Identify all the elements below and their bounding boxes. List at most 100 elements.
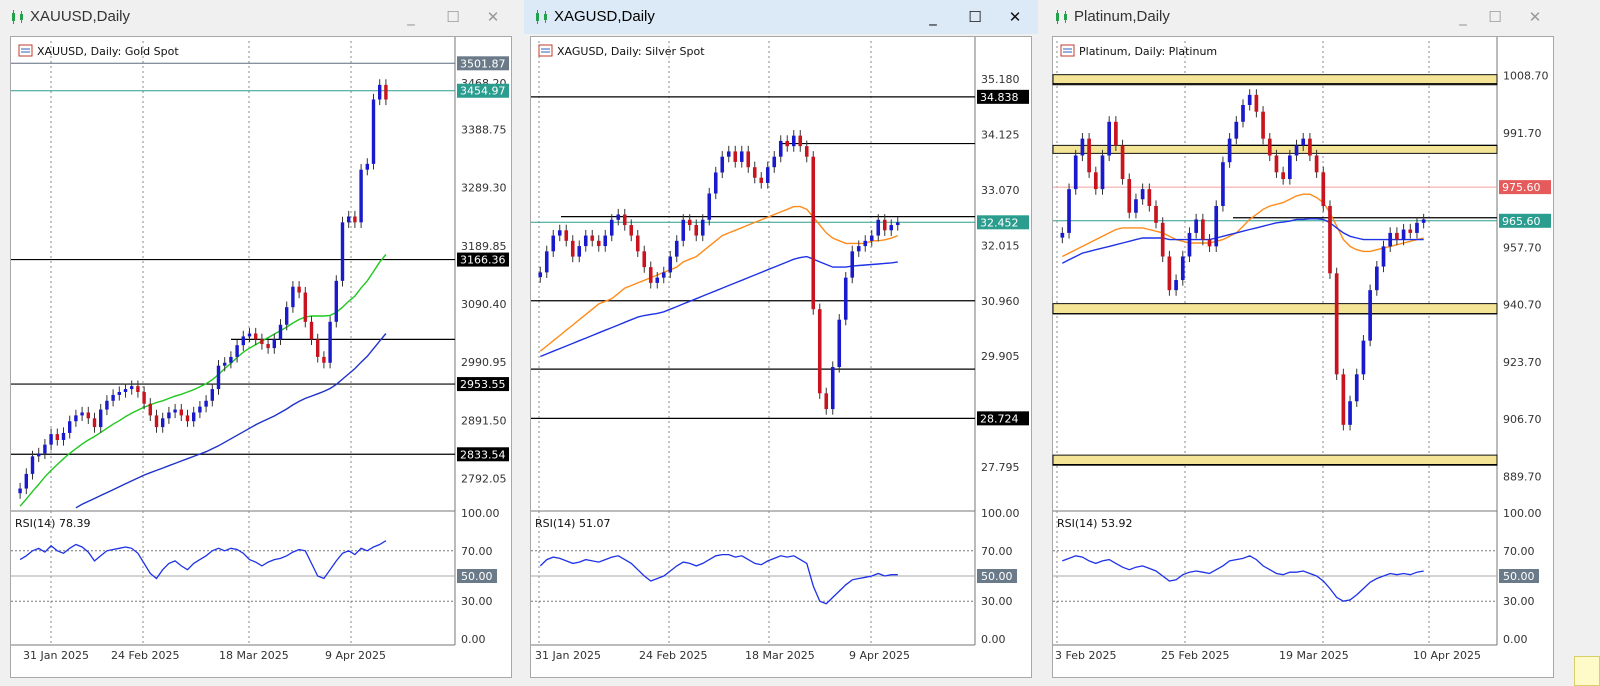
support-resistance-zone (1052, 144, 1498, 154)
candle-body (1421, 219, 1426, 223)
candle-body (173, 409, 177, 413)
maximize-button[interactable]: ☐ (1484, 8, 1506, 26)
candle-body (694, 225, 699, 236)
candle-body (882, 219, 887, 231)
window-title: XAGUSD,Daily (554, 8, 655, 25)
candle-body (609, 219, 614, 236)
candle-body (759, 177, 764, 183)
chart-canvas-gold[interactable]: XAUUSD, Daily: Gold Spot 3388.75 3289.30 31… (11, 37, 511, 677)
candle-body (359, 169, 363, 223)
candle-body (635, 235, 640, 252)
rsi-tick-label: 0.00 (981, 633, 1006, 646)
candle-body (160, 418, 165, 428)
candle-body (1274, 155, 1279, 173)
moving-average-line (19, 254, 387, 507)
price-tick-label: 1008.70 (1503, 70, 1549, 83)
price-tick-label: 35.180 (981, 73, 1020, 86)
rsi-tick-label: 100.00 (981, 507, 1020, 520)
candle-body (179, 409, 184, 416)
chart-symbol-icon (538, 44, 553, 57)
maximize-button[interactable]: ☐ (964, 8, 986, 26)
candle-body (1254, 94, 1259, 112)
chart-frame[interactable]: XAUUSD, Daily: Gold Spot 3388.75 3289.30 31… (10, 36, 512, 678)
candle-body (687, 219, 692, 226)
candle-body (1361, 340, 1366, 375)
rsi-tick-label: 100.00 (461, 507, 500, 520)
close-button[interactable]: ✕ (1524, 8, 1546, 26)
chart-window-silver[interactable]: XAGUSD,Daily _ ☐ ✕ XAGUSD, Daily: Silver… (524, 0, 1038, 686)
candle-body (377, 84, 382, 100)
candle-body (278, 324, 283, 340)
rsi-tick-label: 100.00 (1503, 507, 1542, 520)
minimize-button[interactable]: _ (922, 8, 944, 26)
candle-body (629, 225, 634, 236)
candle-body (752, 167, 757, 178)
candle-body (235, 345, 239, 357)
candle-body (791, 135, 796, 147)
candle-body (74, 415, 78, 422)
candle-body (55, 434, 60, 440)
candle-body (1314, 155, 1319, 173)
candle-body (1093, 172, 1098, 190)
candle-body (1201, 219, 1205, 240)
candle-body (863, 240, 868, 247)
chart-canvas-silver[interactable]: XAGUSD, Daily: Silver Spot 35.180 34.125 33… (531, 37, 1031, 677)
candle-body (86, 412, 91, 419)
candle-body (843, 277, 848, 320)
price-label: 3454.97 (460, 85, 506, 98)
candle-body (798, 135, 803, 147)
candle-body (371, 99, 376, 164)
chart-window-gold[interactable]: XAUUSD,Daily _ ☐ ✕ XAUUSD, Daily: Gold S… (0, 0, 516, 686)
candle-body (1328, 205, 1332, 274)
candle-body (1294, 145, 1299, 156)
candle-body (198, 406, 202, 413)
price-tick-label: 33.070 (981, 184, 1020, 197)
title-bar[interactable]: XAGUSD,Daily _ ☐ ✕ (524, 0, 1038, 34)
chart-label: Platinum, Daily: Platinum (1079, 45, 1217, 58)
title-bar[interactable]: XAUUSD,Daily _ ☐ ✕ (0, 0, 516, 34)
candle-body (856, 246, 861, 252)
rsi-tick-label: 30.00 (1503, 595, 1535, 608)
candle-body (1187, 232, 1192, 257)
candle-body (129, 386, 134, 390)
close-button[interactable]: ✕ (482, 8, 504, 26)
title-bar[interactable]: Platinum,Daily _ ☐ ✕ (1044, 0, 1600, 34)
candle-body (154, 415, 159, 428)
price-tick-label: 2990.95 (461, 356, 507, 369)
chart-label: XAGUSD, Daily: Silver Spot (557, 45, 705, 58)
chart-frame[interactable]: Platinum, Daily: Platinum 1008.70 991.70 95… (1052, 36, 1554, 678)
candle-body (204, 400, 208, 407)
rsi-label: RSI(14) 51.07 (535, 517, 610, 530)
chart-canvas-platinum[interactable]: Platinum, Daily: Platinum 1008.70 991.70 95… (1052, 37, 1553, 677)
price-tick-label: 34.125 (981, 128, 1020, 141)
rsi-level-label: 50.00 (461, 570, 493, 583)
chart-frame[interactable]: XAGUSD, Daily: Silver Spot 35.180 34.125 33… (530, 36, 1032, 678)
candle-body (1147, 189, 1152, 206)
candle-body (1174, 280, 1178, 291)
candle-body (297, 286, 301, 293)
candle-body (765, 167, 770, 183)
sticky-note-icon[interactable] (1574, 656, 1600, 686)
maximize-button[interactable]: ☐ (442, 8, 464, 26)
chart-window-platinum[interactable]: Platinum,Daily _ ☐ ✕ Platinum, Daily: Pl… (1044, 0, 1600, 686)
candle-body (36, 453, 41, 457)
price-label: 3166.36 (460, 254, 506, 267)
candle-body (136, 386, 140, 392)
date-tick-label: 10 Apr 2025 (1413, 649, 1481, 662)
price-tick-label: 991.70 (1503, 127, 1542, 140)
candle-body (247, 333, 252, 337)
price-label: 2833.54 (460, 448, 506, 461)
minimize-button[interactable]: _ (1452, 8, 1474, 26)
candle-body (353, 216, 357, 223)
candle-body (772, 156, 777, 168)
price-tick-label: 3388.75 (461, 123, 507, 136)
candle-body (1073, 155, 1078, 190)
minimize-button[interactable]: _ (400, 8, 422, 26)
close-button[interactable]: ✕ (1004, 8, 1026, 26)
price-label: 975.60 (1502, 181, 1541, 194)
candle-body (303, 292, 308, 322)
candle-body (869, 235, 874, 241)
rsi-tick-label: 70.00 (981, 545, 1013, 558)
candle-body (1354, 374, 1359, 402)
price-tick-label: 32.015 (981, 239, 1020, 252)
